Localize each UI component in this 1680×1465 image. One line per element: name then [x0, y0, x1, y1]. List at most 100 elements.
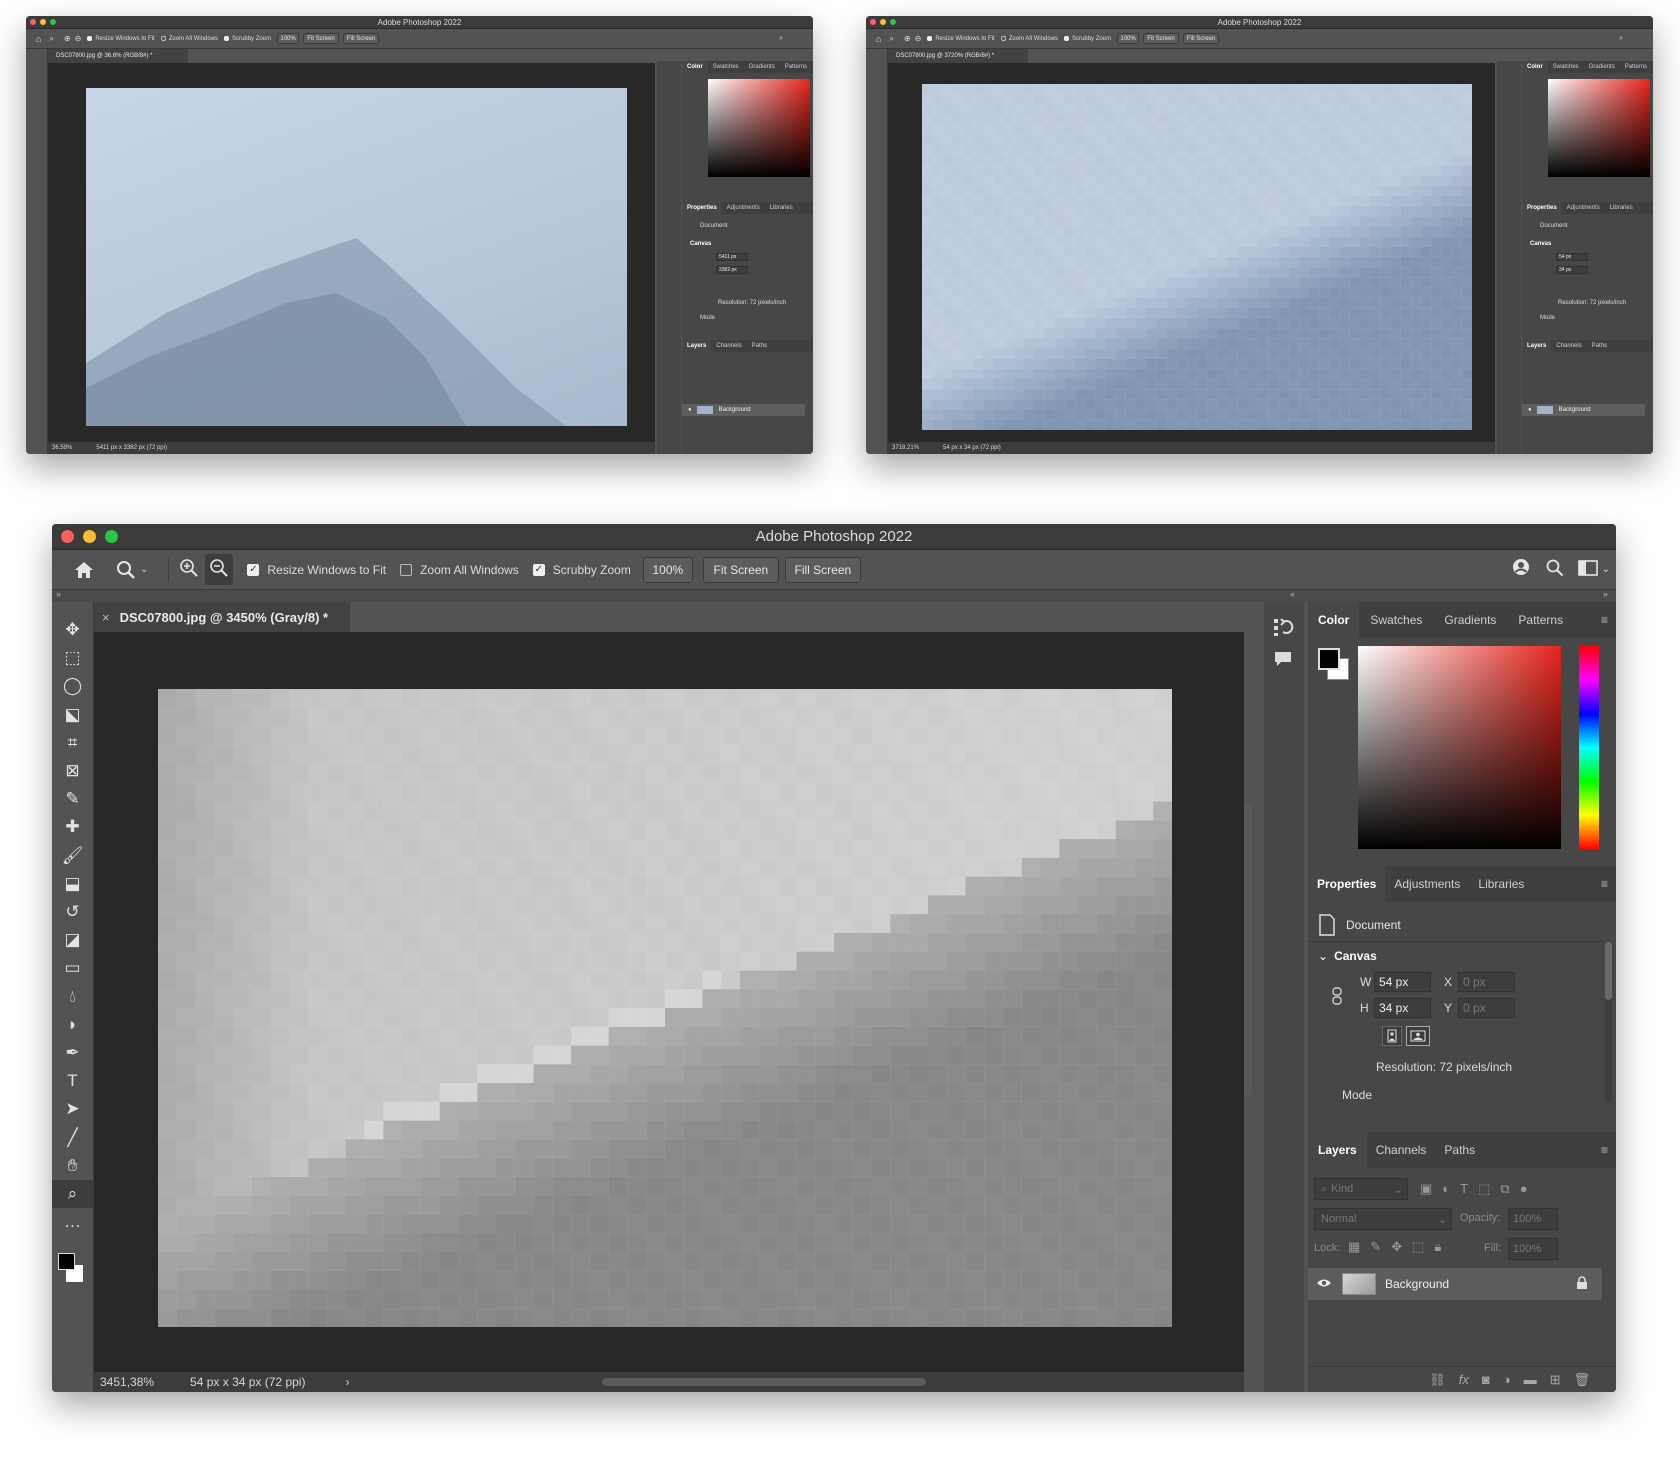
tab-swatches[interactable]: Swatches — [1359, 602, 1433, 638]
fit-screen-button[interactable]: Fit Screen — [1143, 33, 1180, 44]
minimize-window-button[interactable] — [880, 19, 886, 25]
brush-icon[interactable]: 🖌︎ — [52, 842, 93, 870]
lock-transparent-icon[interactable]: ▦ — [1348, 1239, 1360, 1255]
zoom-out-icon[interactable]: ⊖ — [75, 34, 82, 43]
color-spectrum[interactable] — [1548, 79, 1650, 177]
lock-position-icon[interactable]: ✥ — [1391, 1239, 1402, 1255]
frame-icon[interactable]: ⊠ — [52, 757, 93, 785]
color-spectrum[interactable] — [1358, 646, 1561, 849]
layer-row-background[interactable]: Background — [1308, 1268, 1602, 1300]
marquee-icon[interactable]: ⬚ — [52, 644, 93, 672]
filter-toggle-icon[interactable]: ● — [1520, 1181, 1528, 1197]
path-select-icon[interactable]: ➤ — [52, 1095, 93, 1123]
mask-icon[interactable]: ◙ — [1482, 1372, 1490, 1387]
dodge-icon[interactable]: ◗ — [52, 1011, 93, 1039]
tab-libraries[interactable]: Libraries — [1469, 866, 1533, 902]
share-icon[interactable] — [1512, 558, 1532, 581]
zoom-window-button[interactable] — [105, 530, 118, 543]
blend-mode-select[interactable]: Normal ⌄ — [1314, 1208, 1452, 1230]
canvas-y-field[interactable]: 0 px — [1458, 998, 1515, 1018]
canvas-width-field[interactable]: 54 px — [1374, 972, 1431, 992]
zoom-in-icon[interactable]: ⊕ — [904, 34, 911, 43]
tab-gradients[interactable]: Gradients — [1433, 602, 1507, 638]
tab-paths[interactable]: Paths — [1435, 1132, 1484, 1168]
zoom-value-field[interactable]: 100% — [1117, 33, 1140, 44]
chevron-down-icon[interactable]: ⌄ — [1602, 564, 1610, 575]
home-icon[interactable] — [70, 561, 98, 579]
zoom-tool-icon[interactable]: ⌕ — [889, 34, 893, 44]
fx-icon[interactable]: fx — [1459, 1372, 1469, 1387]
collapse-dock-icon[interactable]: « — [1290, 589, 1295, 599]
portrait-orientation-icon[interactable] — [1382, 1026, 1402, 1046]
workspace-icon[interactable] — [1577, 560, 1598, 579]
pen-icon[interactable]: ✒︎ — [52, 1039, 93, 1067]
visibility-eye-icon[interactable] — [1316, 1277, 1332, 1291]
canvas-x-field[interactable]: 0 px — [1458, 972, 1515, 992]
stamp-icon[interactable]: ⬓ — [52, 870, 93, 898]
lock-artboard-icon[interactable]: ⬚ — [1412, 1239, 1424, 1255]
horizontal-scrollbar[interactable] — [602, 1378, 926, 1386]
zoom-all-checkbox[interactable]: Zoom All Windows — [160, 36, 218, 42]
scrubby-zoom-checkbox[interactable]: Scrubby Zoom — [1064, 36, 1111, 42]
resize-windows-checkbox[interactable]: ✓ Resize Windows to Fit — [247, 563, 386, 577]
layer-row-background[interactable]: ● Background — [682, 404, 805, 416]
trash-icon[interactable]: 🗑︎ — [1573, 1372, 1590, 1388]
home-icon[interactable]: ⌂ — [36, 34, 41, 44]
hue-slider[interactable] — [1579, 646, 1599, 849]
zoom-all-windows-checkbox[interactable]: Zoom All Windows — [400, 563, 519, 577]
zoom-tool-icon[interactable]: ⌕ — [49, 34, 53, 44]
layer-lock-icon[interactable] — [1576, 1275, 1588, 1293]
new-layer-icon[interactable]: ⊞ — [1550, 1372, 1561, 1388]
history-icon[interactable] — [1272, 616, 1294, 643]
foreground-color-swatch[interactable] — [1318, 648, 1340, 670]
foreground-color-swatch[interactable] — [57, 1253, 75, 1271]
shape-filter-icon[interactable]: ⬚ — [1478, 1181, 1490, 1197]
pixel-filter-icon[interactable]: ▣ — [1420, 1181, 1432, 1197]
close-tab-icon[interactable]: × — [102, 610, 110, 625]
resize-windows-checkbox[interactable]: Resize Windows to Fit — [87, 36, 155, 42]
zoom-in-icon[interactable]: ⊕ — [64, 34, 71, 43]
scrubby-zoom-checkbox[interactable]: Scrubby Zoom — [224, 36, 271, 42]
eyedropper-icon[interactable]: ✎ — [52, 785, 93, 813]
fit-screen-button[interactable]: Fit Screen — [303, 33, 340, 44]
scrubby-zoom-checkbox[interactable]: ✓ Scrubby Zoom — [532, 563, 631, 577]
layer-kind-filter[interactable]: ⌕ Kind ⌄ — [1314, 1178, 1408, 1200]
resize-windows-checkbox[interactable]: Resize Windows to Fit — [927, 36, 995, 42]
search-icon[interactable]: ⌕ — [1619, 35, 1623, 43]
tab-patterns[interactable]: Patterns — [1507, 602, 1574, 638]
layer-row-background[interactable]: ● Background — [1522, 404, 1645, 416]
close-window-button[interactable] — [30, 19, 36, 25]
zoom-window-button[interactable] — [50, 19, 56, 25]
document-tab[interactable]: DSC07800.jpg @ 36,6% (RGB/8#) * — [48, 49, 188, 63]
tab-properties[interactable]: Properties — [1308, 866, 1386, 902]
zoom-icon[interactable]: ⌕ — [52, 1180, 93, 1209]
comment-icon[interactable] — [1273, 650, 1293, 673]
document-tab[interactable]: DSC07800.jpg @ 3720% (RGB/8#) * — [888, 49, 1028, 63]
zoom-out-icon[interactable]: ⊖ — [915, 34, 922, 43]
link-icon[interactable]: ⛓︎ — [1429, 1372, 1446, 1388]
zoom-out-icon[interactable] — [205, 554, 234, 585]
crop-icon[interactable]: ⌗ — [52, 729, 93, 757]
zoom-all-checkbox[interactable]: Zoom All Windows — [1000, 36, 1058, 42]
zoom-level-readout[interactable]: 3451,38% — [100, 1375, 154, 1389]
lock-image-icon[interactable]: ✎ — [1370, 1239, 1381, 1255]
move-icon[interactable]: ✥ — [52, 616, 93, 644]
expand-toolbar-icon[interactable]: » — [56, 589, 61, 599]
home-icon[interactable]: ⌂ — [876, 34, 881, 44]
fit-screen-button[interactable]: Fit Screen — [702, 556, 779, 583]
fill-screen-button[interactable]: Fill Screen — [343, 33, 380, 44]
zoom-tool-preset-icon[interactable]: ⌄ — [116, 560, 148, 580]
zoom-percent-button[interactable]: 100% — [642, 556, 693, 583]
landscape-orientation-icon[interactable] — [1406, 1026, 1430, 1046]
panel-menu-icon[interactable]: ≡ — [1601, 1143, 1608, 1157]
canvas-section-header[interactable]: ⌄ Canvas — [1318, 949, 1377, 963]
link-dimensions-icon[interactable] — [1332, 987, 1342, 1010]
tab-adjustments[interactable]: Adjustments — [1385, 866, 1469, 902]
collapse-panels-icon[interactable]: » — [1603, 589, 1608, 599]
canvas-height-field[interactable]: 34 px — [1374, 998, 1431, 1018]
gradient-icon[interactable]: ▭ — [52, 954, 93, 982]
tab-color[interactable]: Color — [1308, 602, 1360, 638]
adjustment-filter-icon[interactable]: ◐ — [1442, 1181, 1450, 1197]
color-spectrum[interactable] — [708, 79, 810, 177]
search-icon[interactable] — [1546, 559, 1564, 580]
